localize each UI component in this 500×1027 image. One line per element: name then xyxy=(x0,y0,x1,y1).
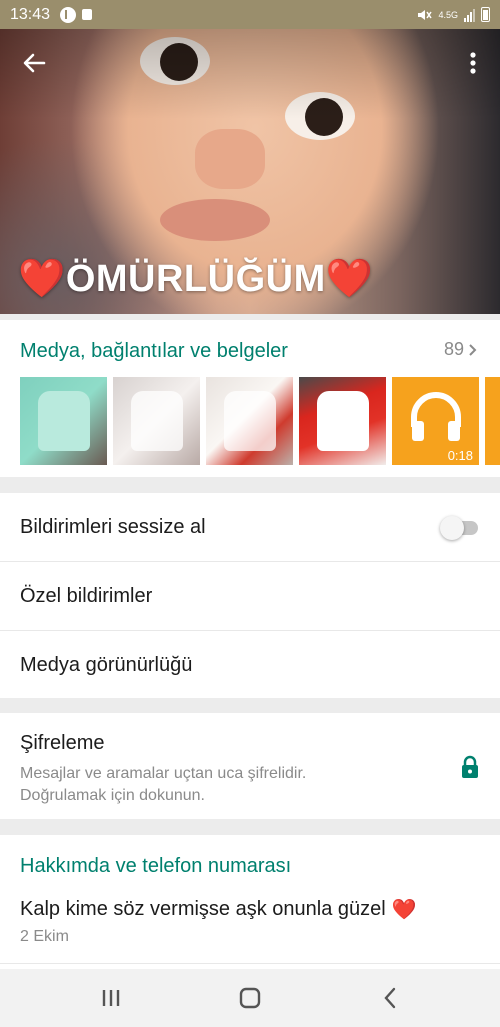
media-visibility-row[interactable]: Medya görünürlüğü xyxy=(0,631,500,699)
headphones-icon xyxy=(411,392,461,441)
signal-icon xyxy=(464,8,475,22)
photo-detail xyxy=(160,199,270,241)
more-vert-icon[interactable] xyxy=(462,49,484,77)
notification-settings: Bildirimleri sessize al Özel bildirimler… xyxy=(0,493,500,698)
media-thumbnail[interactable] xyxy=(113,377,200,465)
media-count: 89 xyxy=(443,339,464,359)
media-section: Medya, bağlantılar ve belgeler 89 0:18 xyxy=(0,320,500,477)
divider xyxy=(0,963,500,964)
media-section-title[interactable]: Medya, bağlantılar ve belgeler xyxy=(20,340,288,363)
about-section: Hakkımda ve telefon numarası Kalp kime s… xyxy=(0,835,500,969)
mute-notifications-label: Bildirimleri sessize al xyxy=(20,515,206,538)
chevron-right-icon xyxy=(469,343,477,356)
status-time: 13:43 xyxy=(10,5,51,23)
header-shade xyxy=(0,29,500,119)
music-app-icon xyxy=(60,6,77,23)
heart-emoji: ❤️ xyxy=(18,258,66,300)
system-nav-bar xyxy=(0,969,500,1027)
encryption-title: Şifreleme xyxy=(20,732,105,754)
shopping-bag-icon xyxy=(82,9,93,20)
photo-detail xyxy=(195,129,265,189)
battery-icon xyxy=(481,7,490,22)
status-bar: 13:43 4.5G xyxy=(0,0,500,29)
custom-notifications-row[interactable]: Özel bildirimler xyxy=(0,562,500,630)
lock-icon xyxy=(462,755,478,778)
network-type: 4.5G xyxy=(438,9,458,20)
heart-emoji: ❤️ xyxy=(391,899,417,921)
back-arrow-icon[interactable] xyxy=(20,49,48,77)
system-back-icon[interactable] xyxy=(378,985,404,1011)
mute-icon xyxy=(418,9,433,20)
encryption-subtitle-line: Mesajlar ve aramalar uçtan uca şifrelidi… xyxy=(20,765,307,782)
media-thumbnails: 0:18 xyxy=(20,377,500,465)
home-icon[interactable] xyxy=(237,985,263,1011)
media-thumbnail[interactable] xyxy=(20,377,107,465)
audio-thumbnail[interactable]: 0:18 xyxy=(392,377,479,465)
media-thumbnail[interactable] xyxy=(206,377,293,465)
audio-thumbnail[interactable] xyxy=(485,377,500,465)
heart-emoji: ❤️ xyxy=(325,258,374,300)
media-thumbnail[interactable] xyxy=(299,377,386,465)
mute-notifications-row[interactable]: Bildirimleri sessize al xyxy=(0,493,500,561)
encryption-subtitle: Mesajlar ve aramalar uçtan uca şifrelidi… xyxy=(20,763,420,807)
about-status-text: Kalp kime söz vermişse aşk onunla güzel xyxy=(20,898,386,920)
encryption-row[interactable]: Şifreleme Mesajlar ve aramalar uçtan uca… xyxy=(0,713,500,819)
about-date: 2 Ekim xyxy=(20,928,69,945)
media-visibility-label: Medya görünürlüğü xyxy=(20,653,193,676)
media-count-link[interactable]: 89 xyxy=(444,339,478,360)
contact-name: ÖMÜRLÜĞÜM xyxy=(65,258,326,300)
encryption-subtitle-line: Doğrulamak için dokunun. xyxy=(20,787,205,804)
recent-apps-icon[interactable] xyxy=(98,985,124,1011)
profile-name: ❤️ÖMÜRLÜĞÜM❤️ xyxy=(18,257,374,301)
mute-toggle[interactable] xyxy=(440,514,480,540)
audio-duration: 0:18 xyxy=(447,448,473,463)
custom-notifications-label: Özel bildirimler xyxy=(20,584,153,607)
about-status[interactable]: Kalp kime söz vermişse aşk onunla güzel … xyxy=(20,897,417,922)
profile-photo[interactable]: ❤️ÖMÜRLÜĞÜM❤️ xyxy=(0,29,500,314)
about-section-title: Hakkımda ve telefon numarası xyxy=(20,855,292,877)
